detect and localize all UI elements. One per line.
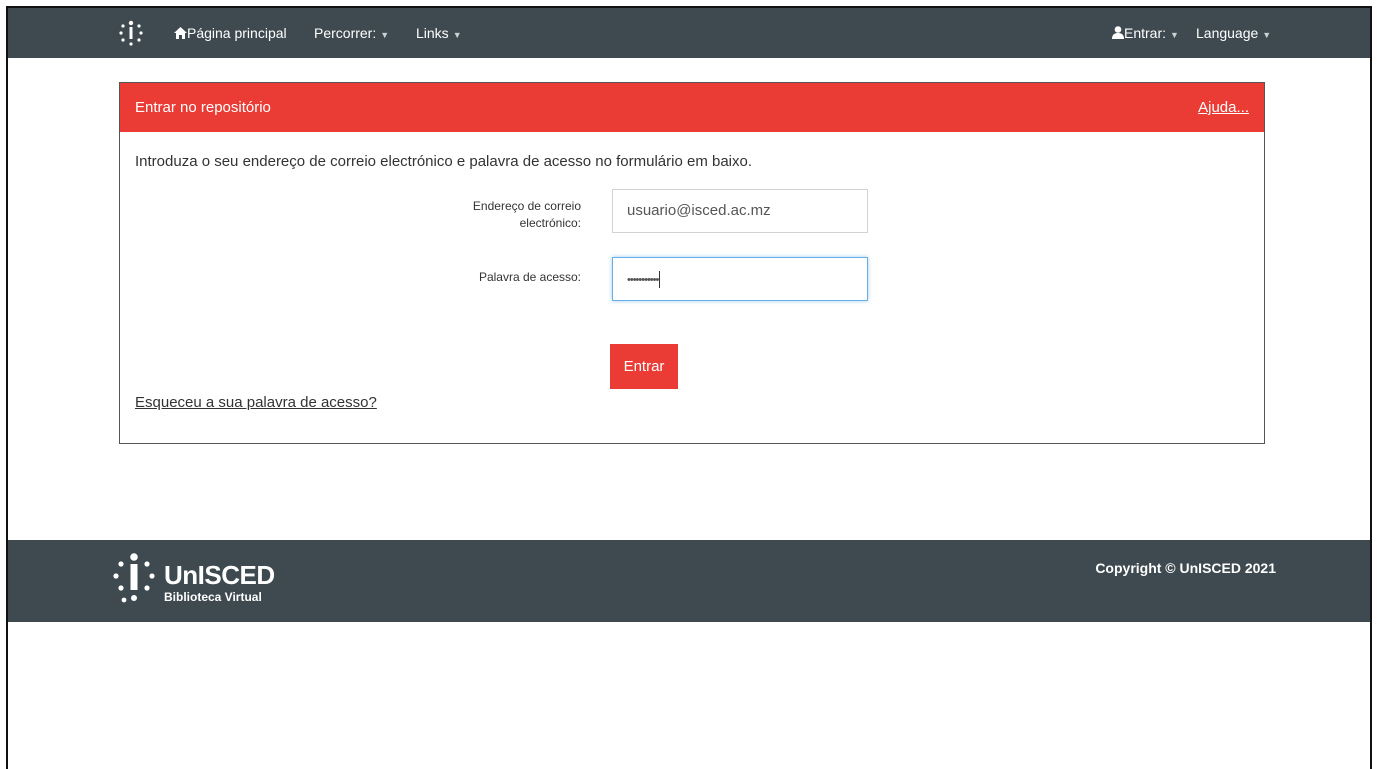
email-label-line1: Endereço de correio bbox=[472, 199, 581, 213]
nav-links-dropdown[interactable]: Links ▼ bbox=[416, 8, 462, 58]
caret-down-icon: ▼ bbox=[452, 30, 462, 40]
nav-home-label: Página principal bbox=[187, 25, 287, 41]
footer-brand: UnISCED Biblioteca Virtual bbox=[112, 552, 275, 613]
password-value: ••••••••••• bbox=[627, 274, 659, 286]
help-link[interactable]: Ajuda... bbox=[1198, 99, 1249, 116]
password-label: Palavra de acesso: bbox=[478, 270, 581, 284]
brand-subtitle: Biblioteca Virtual bbox=[164, 590, 262, 604]
password-field[interactable]: ••••••••••• bbox=[612, 257, 868, 301]
caret-down-icon: ▼ bbox=[1262, 30, 1272, 40]
nav-browse-dropdown[interactable]: Percorrer: ▼ bbox=[314, 8, 389, 58]
nav-home-link[interactable]: Página principal bbox=[174, 8, 287, 58]
text-cursor bbox=[659, 270, 661, 288]
top-navbar: Página principal Percorrer: ▼ Links ▼ Entr… bbox=[8, 8, 1370, 58]
caret-down-icon: ▼ bbox=[1170, 30, 1179, 40]
site-logo-icon[interactable] bbox=[118, 20, 144, 49]
forgot-password-link[interactable]: Esqueceu a sua palavra de acesso? bbox=[135, 394, 377, 411]
email-field[interactable]: usuario@isced.ac.mz bbox=[612, 189, 868, 233]
home-icon bbox=[174, 27, 187, 39]
unisced-logo-icon bbox=[113, 553, 155, 603]
nav-login-dropdown[interactable]: Entrar: ▼ bbox=[1112, 8, 1179, 58]
browser-page: Página principal Percorrer: ▼ Links ▼ Entr… bbox=[6, 6, 1372, 769]
email-label: Endereço de correio electrónico: bbox=[401, 198, 581, 232]
nav-login-label: Entrar: bbox=[1124, 25, 1167, 41]
caret-down-icon: ▼ bbox=[380, 30, 390, 40]
submit-button[interactable]: Entrar bbox=[610, 344, 678, 389]
footer: UnISCED Biblioteca Virtual Copyright © U… bbox=[8, 540, 1370, 622]
email-label-line2: electrónico: bbox=[519, 216, 581, 230]
nav-links-label: Links bbox=[416, 25, 449, 41]
user-icon bbox=[1112, 26, 1124, 39]
panel-header: Entrar no repositório Ajuda... bbox=[120, 83, 1264, 132]
intro-text: Introduza o seu endereço de correio elec… bbox=[135, 153, 753, 170]
copyright-text: Copyright © UnISCED 2021 bbox=[1095, 560, 1276, 576]
nav-language-dropdown[interactable]: Language ▼ bbox=[1196, 8, 1271, 58]
nav-language-label: Language bbox=[1196, 25, 1259, 41]
panel-title: Entrar no repositório bbox=[135, 99, 271, 116]
login-panel: Entrar no repositório Ajuda... Introduza… bbox=[119, 82, 1265, 444]
nav-browse-label: Percorrer: bbox=[314, 25, 377, 41]
brand-name: UnISCED bbox=[164, 560, 275, 590]
